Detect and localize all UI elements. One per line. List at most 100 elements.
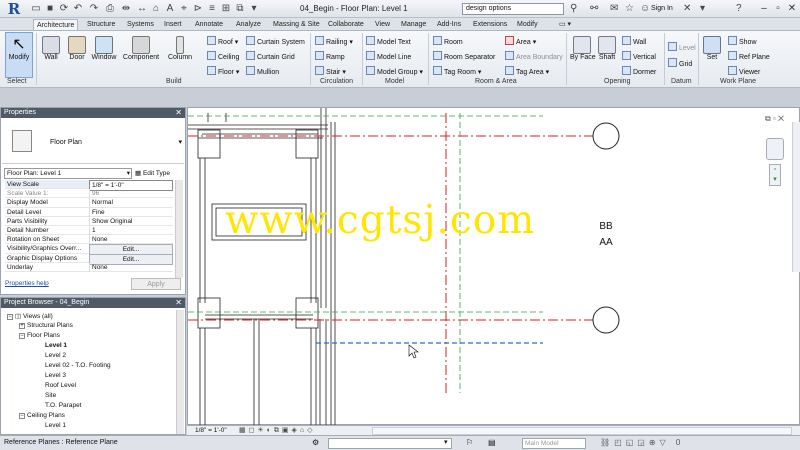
workset-icon[interactable]: ⚙ bbox=[312, 438, 319, 447]
user-icon[interactable]: ☺ bbox=[640, 3, 650, 14]
tab-add-ins[interactable]: Add-Ins bbox=[434, 19, 464, 30]
window-button[interactable]: Window bbox=[90, 36, 118, 61]
redo-icon[interactable]: ↷ bbox=[88, 3, 100, 15]
communication-icon[interactable]: ✉ bbox=[610, 3, 618, 14]
stair-button[interactable]: Stair ▾ bbox=[315, 66, 346, 76]
tab-insert[interactable]: Insert bbox=[161, 19, 185, 30]
text-icon[interactable]: A bbox=[164, 3, 176, 15]
view-window-controls[interactable]: ⧉ ▫ ✕ bbox=[765, 114, 784, 124]
workset-select[interactable] bbox=[328, 438, 452, 449]
search-input[interactable]: design options bbox=[462, 3, 564, 15]
prop-row-vg-overrides[interactable]: Visibility/Graphics Overr... Edit... bbox=[5, 244, 173, 256]
tree-item-roof-level[interactable]: Roof Level bbox=[45, 382, 76, 389]
tree-item-level-3[interactable]: Level 3 bbox=[45, 372, 66, 379]
design-option-select[interactable]: Main Model bbox=[522, 438, 586, 449]
undo-icon[interactable]: ↶ bbox=[72, 3, 84, 15]
prop-value[interactable]: Normal bbox=[89, 198, 173, 208]
tab-structure[interactable]: Structure bbox=[84, 19, 118, 30]
prop-row-graphic-display[interactable]: Graphic Display Options Edit... bbox=[5, 253, 173, 265]
tab-massing-site[interactable]: Massing & Site bbox=[270, 19, 323, 30]
component-button[interactable]: Component bbox=[122, 36, 160, 61]
properties-scrollbar[interactable] bbox=[175, 180, 183, 278]
tree-item-level-2[interactable]: Level 2 bbox=[45, 352, 66, 359]
ribbon-toggle-icon[interactable]: ▭ ▾ bbox=[556, 19, 574, 30]
by-face-button[interactable]: By Face bbox=[570, 36, 596, 61]
curtain-system-button[interactable]: Curtain System bbox=[246, 36, 305, 46]
edit-type-button[interactable]: ▦ Edit Type bbox=[135, 168, 170, 179]
application-menu-button[interactable]: R bbox=[2, 1, 26, 18]
tag-room-button[interactable]: Tag Room ▾ bbox=[433, 66, 481, 76]
vertical-scrollbar[interactable] bbox=[792, 122, 800, 272]
properties-help-link[interactable]: Properties help bbox=[5, 280, 49, 287]
tag-icon[interactable]: ⌂ bbox=[150, 3, 162, 15]
ceiling-button[interactable]: Ceiling bbox=[207, 51, 239, 61]
tab-manage[interactable]: Manage bbox=[398, 19, 429, 30]
prop-row-parts-visibility[interactable]: Parts Visibility Show Original bbox=[5, 216, 173, 226]
type-selector[interactable]: Floor Plan ▾ bbox=[2, 120, 184, 164]
prop-row-rotation[interactable]: Rotation on Sheet None bbox=[5, 235, 173, 245]
tab-collaborate[interactable]: Collaborate bbox=[325, 19, 367, 30]
tab-view[interactable]: View bbox=[372, 19, 393, 30]
prop-value[interactable]: Show Original bbox=[89, 216, 173, 226]
viewer-button[interactable]: Viewer bbox=[728, 66, 760, 76]
measure-icon[interactable]: ⇹ bbox=[120, 3, 132, 15]
prop-row-display-model[interactable]: Display Model Normal bbox=[5, 198, 173, 208]
help-icon[interactable]: ? bbox=[736, 3, 742, 14]
area-boundary-button[interactable]: Area Boundary bbox=[505, 51, 563, 61]
grid-bubble-aa-label[interactable]: AA bbox=[595, 237, 617, 248]
tab-annotate[interactable]: Annotate bbox=[192, 19, 226, 30]
apps-icon[interactable]: ▾ bbox=[700, 3, 705, 14]
customize-icon[interactable]: ▾ bbox=[248, 3, 260, 15]
search-icon[interactable]: ⚲ bbox=[570, 3, 577, 14]
column-button[interactable]: Column bbox=[166, 36, 194, 61]
tree-item-to-parapet[interactable]: T.O. Parapet bbox=[45, 402, 82, 409]
tree-item-ceiling-plans[interactable]: − Ceiling Plans bbox=[19, 412, 65, 419]
roof-button[interactable]: Roof ▾ bbox=[207, 36, 238, 46]
room-area-panel-label[interactable]: Room & Area bbox=[475, 78, 517, 85]
shaft-button[interactable]: Shaft bbox=[596, 36, 618, 61]
room-separator-button[interactable]: Room Separator bbox=[433, 51, 495, 61]
tree-item-level-1[interactable]: Level 1 bbox=[45, 342, 67, 349]
grid-bubble-bb-label[interactable]: BB bbox=[595, 221, 617, 232]
collapse-icon[interactable]: − bbox=[19, 413, 25, 419]
select-panel-label[interactable]: Select bbox=[7, 78, 26, 85]
save-icon[interactable]: ■ bbox=[44, 3, 56, 15]
wall-opening-button[interactable]: Wall bbox=[622, 36, 646, 46]
close-hidden-icon[interactable]: ⊞ bbox=[220, 3, 232, 15]
steering-wheel-icon[interactable] bbox=[766, 138, 784, 160]
cart-icon[interactable]: ✕ bbox=[683, 3, 691, 14]
close-icon[interactable]: ✕ bbox=[175, 298, 182, 308]
prop-row-detail-level[interactable]: Detail Level Fine bbox=[5, 207, 173, 217]
3d-view-icon[interactable]: ⌖ bbox=[178, 3, 190, 15]
door-button[interactable]: Door bbox=[66, 36, 88, 61]
model-text-button[interactable]: Model Text bbox=[366, 36, 411, 46]
sync-icon[interactable]: ⟳ bbox=[58, 3, 70, 15]
vertical-opening-button[interactable]: Vertical bbox=[622, 51, 656, 61]
thin-lines-icon[interactable]: ≡ bbox=[206, 3, 218, 15]
floor-button[interactable]: Floor ▾ bbox=[207, 66, 239, 76]
tab-analyze[interactable]: Analyze bbox=[233, 19, 264, 30]
favorites-icon[interactable]: ☆ bbox=[625, 3, 634, 14]
tab-architecture[interactable]: Architecture bbox=[33, 19, 79, 30]
browser-scrollbar[interactable] bbox=[176, 310, 184, 434]
close-icon[interactable]: ✕ bbox=[175, 108, 182, 118]
tree-item-site[interactable]: Site bbox=[45, 392, 56, 399]
tab-modify[interactable]: Modify bbox=[514, 19, 541, 30]
design-options-icon[interactable]: ▤ bbox=[488, 438, 496, 447]
floor-plan-drawing[interactable] bbox=[188, 108, 800, 426]
area-button[interactable]: Area ▾ bbox=[505, 36, 536, 46]
close-button[interactable]: ✕ bbox=[784, 2, 800, 15]
show-button[interactable]: Show bbox=[728, 36, 757, 46]
tag-area-button[interactable]: Tag Area ▾ bbox=[505, 66, 549, 76]
room-button[interactable]: Room bbox=[433, 36, 463, 46]
open-icon[interactable]: ▭ bbox=[30, 3, 42, 15]
modify-tool[interactable]: ↖ Modify bbox=[8, 36, 30, 61]
curtain-grid-button[interactable]: Curtain Grid bbox=[246, 51, 295, 61]
selection-options-icons[interactable]: ⛓◰◱◲⊕▽ 0 bbox=[600, 438, 684, 447]
drawing-area[interactable]: AA BB ⧉ ▫ ✕ ▫ ▾ bbox=[187, 107, 800, 426]
ramp-button[interactable]: Ramp bbox=[315, 51, 345, 61]
editing-requests-icon[interactable]: ⚐ bbox=[466, 438, 473, 447]
model-group-button[interactable]: Model Group ▾ bbox=[366, 66, 423, 76]
collapse-icon[interactable]: − bbox=[19, 333, 25, 339]
tree-item-ceiling-level-1[interactable]: Level 1 bbox=[45, 422, 66, 429]
